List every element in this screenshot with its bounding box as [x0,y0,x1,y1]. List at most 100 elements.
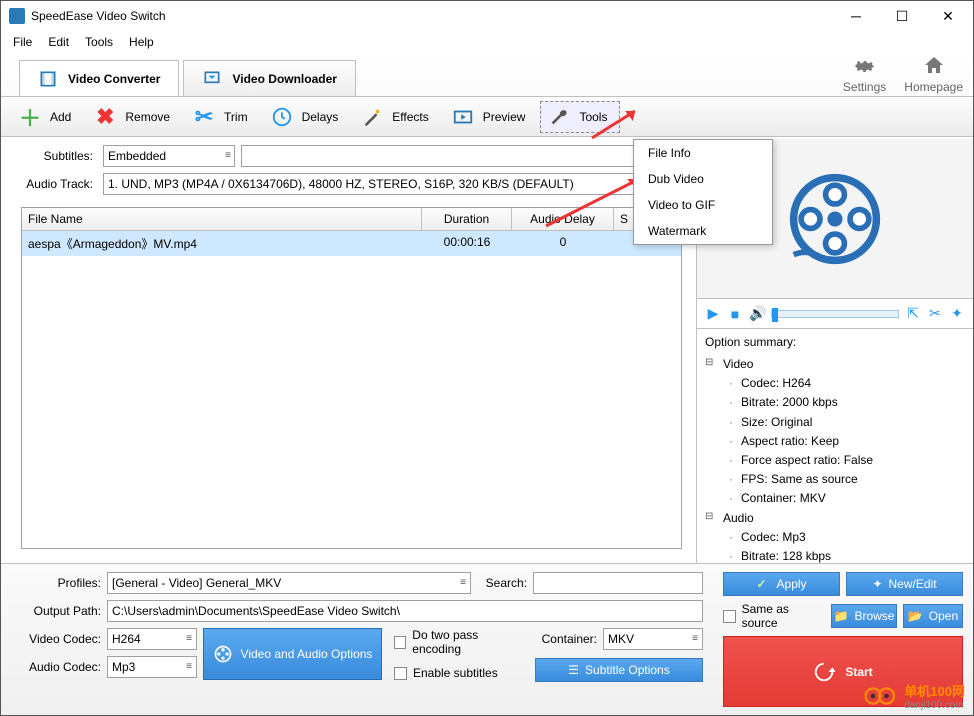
vcodec-combo[interactable]: H264≡ [107,628,197,650]
scissors-icon: ✂ [192,105,216,129]
homepage-button[interactable]: Homepage [904,54,963,94]
maximize-button[interactable]: ☐ [879,1,925,31]
tab-label: Video Downloader [232,72,336,86]
x-icon: ✖ [93,105,117,129]
play-icon[interactable]: ▶ [705,305,721,322]
enable-subtitles-checkbox[interactable]: Enable subtitles [394,666,523,680]
tab-label: Video Converter [68,72,160,86]
reel-small-icon [213,644,233,664]
minimize-button[interactable]: ─ [833,1,879,31]
subtitle-options-button[interactable]: ☰Subtitle Options [535,658,703,682]
file-grid[interactable]: File Name Duration Audio Delay S aespa《A… [21,207,682,549]
volume-icon[interactable]: 🔊 [749,305,765,322]
vcodec-label: Video Codec: [21,632,101,646]
settings-button[interactable]: Settings [843,54,886,94]
subtitle-icon: ☰ [568,663,579,677]
close-button[interactable]: ✕ [925,1,971,31]
cut-icon[interactable]: ✂ [927,305,943,322]
combo-handle-icon: ≡ [692,633,698,644]
menu-video-to-gif[interactable]: Video to GIF [634,192,772,218]
main-tabs: Video Converter Video Downloader Setting… [1,53,973,97]
new-edit-button[interactable]: ✦New/Edit [846,572,963,596]
wand-small-icon[interactable]: ✦ [949,305,965,322]
output-path-input[interactable]: C:\Users\admin\Documents\SpeedEase Video… [107,600,703,622]
tree-audio[interactable]: Audio [705,509,965,528]
menu-edit[interactable]: Edit [40,33,77,51]
combo-handle-icon: ≡ [225,150,230,161]
browse-button[interactable]: 📁Browse [831,604,897,628]
col-filename[interactable]: File Name [22,208,422,230]
col-duration[interactable]: Duration [422,208,512,230]
summary-label: Option summary: [705,335,965,349]
combo-handle-icon: ≡ [460,577,466,588]
subtitles-combo[interactable]: Embedded≡ [103,145,235,167]
delays-button[interactable]: Delays [263,101,352,133]
checkbox-icon [394,667,407,680]
stop-icon[interactable]: ■ [727,306,743,322]
wrench-icon [547,105,571,129]
menu-watermark[interactable]: Watermark [634,218,772,244]
clock-icon [270,105,294,129]
add-button[interactable]: ＋Add [11,101,84,133]
plus-icon: ＋ [18,105,42,129]
folder-icon: 📁 [834,609,849,623]
menu-file-info[interactable]: File Info [634,140,772,166]
tree-video[interactable]: Video [705,355,965,374]
option-summary: Option summary: Video Codec: H264 Bitrat… [697,329,973,563]
checkbox-icon [723,610,736,623]
open-button[interactable]: 📂Open [903,604,963,628]
film-reel-icon [788,172,882,266]
acodec-combo[interactable]: Mp3≡ [107,656,197,678]
tab-video-downloader[interactable]: Video Downloader [183,60,355,96]
menu-file[interactable]: File [5,33,40,51]
download-icon [202,69,222,89]
title-bar: SpeedEase Video Switch ─ ☐ ✕ [1,1,973,31]
player-controls: ▶ ■ 🔊 ⇱ ✂ ✦ [697,299,973,329]
remove-button[interactable]: ✖Remove [86,101,183,133]
audiotrack-label: Audio Track: [21,177,93,191]
search-input[interactable] [533,572,703,594]
profiles-label: Profiles: [21,576,101,590]
tools-dropdown: File Info Dub Video Video to GIF Waterma… [633,139,773,245]
watermark-logo-icon [864,684,900,708]
popout-icon[interactable]: ⇱ [905,305,921,322]
refresh-icon [813,661,835,683]
preview-button[interactable]: Preview [444,101,539,133]
app-icon [9,8,25,24]
tab-video-converter[interactable]: Video Converter [19,60,179,96]
apply-button[interactable]: Apply [723,572,840,596]
subtitles-path-combo[interactable]: ≡ [241,145,682,167]
container-label: Container: [535,632,597,646]
action-toolbar: ＋Add ✖Remove ✂Trim Delays Effects Previe… [1,97,973,137]
folder-open-icon: 📂 [908,609,923,623]
gear-icon [853,54,877,78]
combo-handle-icon: ≡ [186,661,192,672]
combo-handle-icon: ≡ [186,633,192,644]
search-label: Search: [477,576,527,590]
menu-bar: File Edit Tools Help [1,31,973,53]
filmstrip-icon [451,105,475,129]
menu-tools[interactable]: Tools [77,33,121,51]
two-pass-checkbox[interactable]: Do two pass encoding [394,628,523,656]
checkbox-icon [394,636,406,649]
profiles-combo[interactable]: [General - Video] General_MKV≡ [107,572,471,594]
acodec-label: Audio Codec: [21,660,101,674]
effects-button[interactable]: Effects [353,101,441,133]
site-watermark: 单机100网 danji100.com [864,681,965,711]
wand-icon [360,105,384,129]
output-label: Output Path: [21,604,101,618]
container-combo[interactable]: MKV≡ [603,628,703,650]
trim-button[interactable]: ✂Trim [185,101,261,133]
subtitles-label: Subtitles: [21,149,93,163]
bottom-panel: Profiles: [General - Video] General_MKV≡… [1,563,973,715]
progress-bar[interactable] [771,310,899,318]
table-row[interactable]: aespa《Armageddon》MV.mp4 00:00:16 0 [22,231,681,256]
home-icon [922,54,946,78]
sparkle-icon: ✦ [872,577,882,591]
progress-knob[interactable] [772,308,778,322]
same-as-source-checkbox[interactable]: Same as source [723,602,825,630]
menu-help[interactable]: Help [121,33,162,51]
menu-dub-video[interactable]: Dub Video [634,166,772,192]
video-audio-options-button[interactable]: Video and Audio Options [203,628,382,680]
film-icon [38,69,58,89]
